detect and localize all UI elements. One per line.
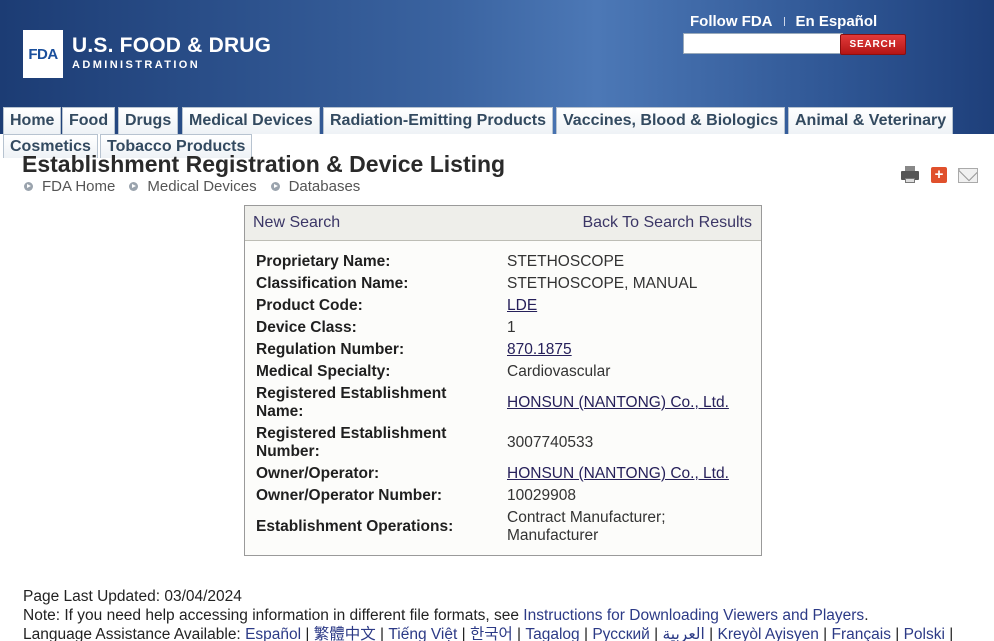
device-listing-detail: New Search Back To Search Results Propri… <box>244 205 762 556</box>
field-value: 1 <box>507 319 516 336</box>
fda-logo[interactable]: FDA <box>23 30 63 78</box>
lang-arabic-link[interactable]: العربية <box>662 626 704 641</box>
tab-food[interactable]: Food <box>62 107 116 134</box>
logo-subtitle: ADMINISTRATION <box>72 59 201 71</box>
share-plus-icon[interactable]: + <box>931 167 947 183</box>
field-label: Medical Specialty: <box>256 363 391 380</box>
top-links-divider <box>783 17 785 26</box>
page-tools: + <box>900 166 989 184</box>
search-input[interactable] <box>683 33 843 54</box>
viewers-players-link[interactable]: Instructions for Downloading Viewers and… <box>523 607 864 624</box>
en-espanol-link[interactable]: En Español <box>796 13 878 30</box>
breadcrumb-fda-home[interactable]: FDA Home <box>42 178 115 195</box>
tab-radiation-emitting-products[interactable]: Radiation-Emitting Products <box>323 107 553 134</box>
logo-title[interactable]: U.S. FOOD & DRUG <box>72 34 271 58</box>
field-label: Owner/Operator Number: <box>256 487 443 504</box>
breadcrumb-item[interactable]: Databases <box>270 178 361 195</box>
lang-korean-link[interactable]: 한국어 <box>470 626 513 641</box>
breadcrumb-databases[interactable]: Databases <box>289 178 361 195</box>
back-to-results-link[interactable]: Back To Search Results <box>582 214 752 232</box>
bullet-arrow-icon <box>270 182 280 191</box>
field-value: Contract Manufacturer; Manufacturer <box>507 509 666 544</box>
follow-fda-link[interactable]: Follow FDA <box>690 13 773 30</box>
field-label: Registered Establishment Name: <box>256 385 447 420</box>
tab-animal-veterinary[interactable]: Animal & Veterinary <box>788 107 954 134</box>
lang-polish-link[interactable]: Polski <box>904 626 945 641</box>
breadcrumb-item[interactable]: FDA Home <box>24 178 115 195</box>
email-icon[interactable] <box>958 167 978 183</box>
page-title: Establishment Registration & Device List… <box>22 151 506 177</box>
bullet-arrow-icon <box>129 182 139 191</box>
field-value: STETHOSCOPE, MANUAL <box>507 275 698 292</box>
field-label: Registered Establishment Number: <box>256 425 447 460</box>
tab-drugs[interactable]: Drugs <box>118 107 179 134</box>
field-value: Cardiovascular <box>507 363 611 380</box>
print-icon[interactable] <box>900 166 920 184</box>
lang-vietnamese-link[interactable]: Tiếng Việt <box>388 626 457 641</box>
establishment-name-link[interactable]: HONSUN (NANTONG) Co., Ltd. <box>507 394 729 411</box>
tab-vaccines-blood-biologics[interactable]: Vaccines, Blood & Biologics <box>556 107 786 134</box>
field-label: Establishment Operations: <box>256 518 454 535</box>
field-label: Device Class: <box>256 319 357 336</box>
field-label: Proprietary Name: <box>256 253 391 270</box>
field-value: 10029908 <box>507 487 576 504</box>
field-label: Product Code: <box>256 297 363 314</box>
page-last-updated: Page Last Updated: 03/04/2024 <box>23 588 242 605</box>
breadcrumb: FDA Home Medical Devices Databases <box>24 178 374 195</box>
breadcrumb-medical-devices[interactable]: Medical Devices <box>147 178 256 195</box>
lang-russian-link[interactable]: Русский <box>592 626 650 641</box>
lang-haitian-creole-link[interactable]: Kreyòl Ayisyen <box>717 626 818 641</box>
breadcrumb-item[interactable]: Medical Devices <box>129 178 257 195</box>
fda-logo-mark: FDA <box>28 45 58 63</box>
search-button[interactable]: SEARCH <box>840 34 906 55</box>
top-links: Follow FDA En Español <box>690 13 877 30</box>
field-label: Classification Name: <box>256 275 409 292</box>
page-footer: Page Last Updated: 03/04/2024 Note: If y… <box>23 587 953 641</box>
result-header: New Search Back To Search Results <box>245 206 761 241</box>
lang-spanish-link[interactable]: Español <box>245 626 301 641</box>
lang-chinese-link[interactable]: 繁體中文 <box>314 626 376 641</box>
field-label: Regulation Number: <box>256 341 405 358</box>
regulation-number-link[interactable]: 870.1875 <box>507 341 572 358</box>
tab-medical-devices[interactable]: Medical Devices <box>182 107 320 134</box>
lang-tagalog-link[interactable]: Tagalog <box>525 626 579 641</box>
bullet-arrow-icon <box>24 182 33 191</box>
field-label: Owner/Operator: <box>256 465 380 482</box>
new-search-link[interactable]: New Search <box>253 214 340 232</box>
tab-home[interactable]: Home <box>3 107 62 134</box>
file-format-note: Note: If you need help accessing informa… <box>23 607 869 624</box>
field-value: 3007740533 <box>507 434 594 451</box>
lang-french-link[interactable]: Français <box>832 626 891 641</box>
language-assistance: Language Assistance Available: Español |… <box>23 626 954 641</box>
owner-operator-link[interactable]: HONSUN (NANTONG) Co., Ltd. <box>507 465 729 482</box>
product-code-link[interactable]: LDE <box>507 297 537 314</box>
field-value: STETHOSCOPE <box>507 253 625 270</box>
